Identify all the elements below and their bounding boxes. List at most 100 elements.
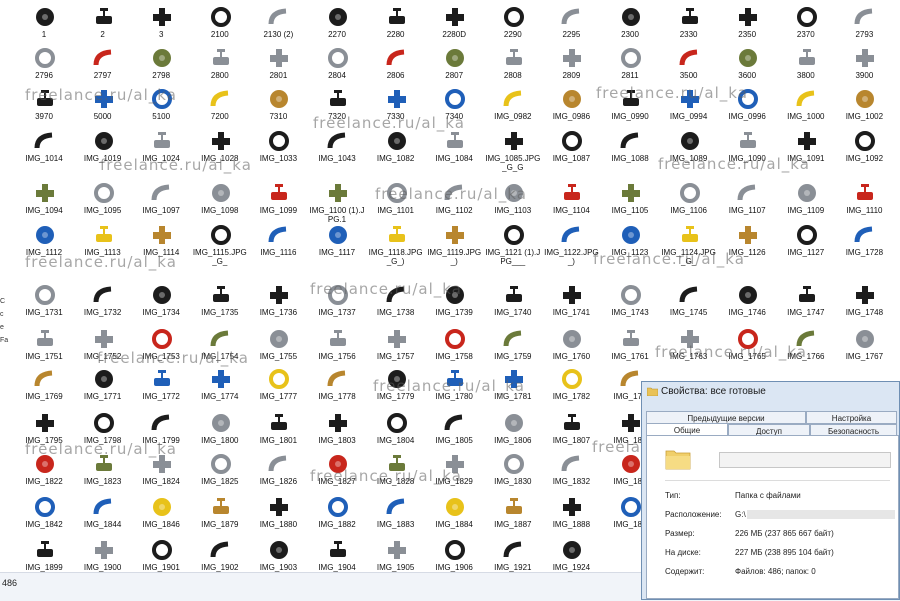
file-name: 2811 (621, 71, 639, 80)
file-item[interactable]: IMG_1113 (74, 218, 132, 271)
file-thumbnail-icon (327, 539, 349, 561)
general-tab-panel: Тип: Папка с файлами Расположение: G:\ Р… (646, 435, 899, 599)
file-thumbnail-icon (268, 224, 290, 246)
file-name: IMG_1033 (259, 154, 298, 163)
file-name: 1 (41, 30, 47, 39)
file-item[interactable]: IMG_1091 (777, 124, 835, 177)
file-item[interactable]: IMG_1127 (777, 218, 835, 271)
file-item[interactable]: IMG_1115.JPG_G_ (191, 218, 249, 271)
file-name: 2807 (445, 71, 464, 80)
folder-name-field[interactable] (719, 452, 891, 468)
file-item[interactable]: IMG_1119.JPG_) (425, 218, 483, 271)
file-item[interactable]: IMG_1033 (249, 124, 307, 177)
file-item[interactable]: IMG_1090 (718, 124, 776, 177)
file-name: IMG_1099 (259, 206, 298, 215)
file-item[interactable]: IMG_1899 (15, 533, 73, 572)
prop-label-type: Тип: (665, 491, 681, 500)
file-thumbnail-icon (620, 368, 642, 390)
file-thumbnail-icon (620, 130, 642, 152)
file-thumbnail-icon (34, 453, 56, 475)
file-thumbnail-icon (210, 182, 232, 204)
file-name: 3900 (855, 71, 874, 80)
file-item[interactable]: IMG_1767 (835, 322, 893, 375)
file-item[interactable]: IMG_1019 (74, 124, 132, 177)
file-item[interactable]: IMG_1082 (367, 124, 425, 177)
tab-customize[interactable]: Настройка (806, 411, 897, 424)
file-item[interactable]: IMG_1728 (835, 218, 893, 271)
file-thumbnail-icon (268, 368, 290, 390)
file-item[interactable]: IMG_1902 (191, 533, 249, 572)
item-count: 486 (2, 578, 18, 588)
file-thumbnail-icon (444, 368, 466, 390)
file-item[interactable]: IMG_1118.JPG_G_) (367, 218, 425, 271)
file-name: IMG_0994 (669, 112, 708, 121)
file-item[interactable]: IMG_1085.JPG_G_G (484, 124, 542, 177)
file-item[interactable]: IMG_1766 (777, 322, 835, 375)
file-item[interactable]: IMG_1123 (601, 218, 659, 271)
file-item[interactable]: IMG_1906 (425, 533, 483, 572)
file-name: IMG_1118.JPG_G_) (368, 248, 423, 266)
file-item[interactable]: IMG_1117 (308, 218, 366, 271)
file-item[interactable]: IMG_1014 (15, 124, 73, 177)
file-item[interactable]: IMG_1043 (308, 124, 366, 177)
file-item[interactable]: IMG_1126 (718, 218, 776, 271)
file-thumbnail-icon (561, 182, 583, 204)
clipped-char: C (0, 298, 6, 305)
file-item[interactable]: IMG_1024 (132, 124, 190, 177)
file-item[interactable]: IMG_1765 (718, 322, 776, 375)
file-name: IMG_1098 (201, 206, 239, 215)
file-name: IMG_0986 (552, 112, 591, 121)
file-item[interactable]: IMG_1084 (425, 124, 483, 177)
file-item[interactable]: IMG_1121 (1).JPG___ (484, 218, 542, 271)
file-thumbnail-icon (93, 539, 115, 561)
file-thumbnail-icon (34, 328, 56, 350)
file-thumbnail-icon (151, 182, 173, 204)
file-item[interactable]: IMG_1124.JPG_G_ (660, 218, 718, 271)
file-name: IMG_1780 (435, 392, 473, 401)
file-item[interactable]: IMG_1089 (660, 124, 718, 177)
file-name: IMG_1737 (318, 308, 356, 317)
file-item[interactable]: IMG_1921 (484, 533, 542, 572)
file-item[interactable]: IMG_1901 (132, 533, 190, 572)
file-item[interactable]: IMG_1087 (542, 124, 600, 177)
file-item[interactable]: IMG_1092 (835, 124, 893, 177)
file-name: IMG_1769 (25, 392, 63, 401)
file-name: IMG_1747 (787, 308, 825, 317)
file-name: IMG_1772 (142, 392, 180, 401)
file-item[interactable]: IMG_1924 (542, 533, 600, 572)
file-name: IMG_1806 (494, 436, 532, 445)
file-thumbnail-icon (151, 539, 173, 561)
file-name: 2 (100, 30, 105, 39)
file-item[interactable]: IMG_1763 (660, 322, 718, 375)
file-item[interactable]: IMG_1905 (367, 533, 425, 572)
file-thumbnail-icon (327, 130, 349, 152)
location-redacted (747, 510, 895, 519)
file-thumbnail-icon (386, 368, 408, 390)
file-name: IMG_1754 (201, 352, 239, 361)
file-thumbnail-icon (93, 6, 115, 28)
file-thumbnail-icon (34, 496, 56, 518)
file-item[interactable]: IMG_1028 (191, 124, 249, 177)
file-thumbnail-icon (386, 539, 408, 561)
file-thumbnail-icon (503, 412, 525, 434)
file-thumbnail-icon (503, 224, 525, 246)
file-thumbnail-icon (561, 47, 583, 69)
file-item[interactable]: IMG_1116 (249, 218, 307, 271)
file-name: IMG_1800 (201, 436, 239, 445)
file-thumbnail-icon (151, 328, 173, 350)
file-item[interactable]: IMG_1088 (601, 124, 659, 177)
file-item[interactable]: IMG_1900 (74, 533, 132, 572)
file-name: IMG_1084 (435, 154, 473, 163)
file-thumbnail-icon (620, 224, 642, 246)
file-thumbnail-icon (620, 47, 642, 69)
file-item[interactable]: IMG_1903 (249, 533, 307, 572)
file-item[interactable]: IMG_1122.JPG_) (542, 218, 600, 271)
file-item[interactable]: IMG_1114 (132, 218, 190, 271)
file-name: IMG_1778 (318, 392, 356, 401)
file-thumbnail-icon (34, 88, 56, 110)
file-item[interactable]: IMG_1112 (15, 218, 73, 271)
file-thumbnail-icon (327, 328, 349, 350)
file-item[interactable]: IMG_1904 (308, 533, 366, 572)
file-name: IMG_1759 (494, 352, 532, 361)
file-thumbnail-icon (561, 496, 583, 518)
